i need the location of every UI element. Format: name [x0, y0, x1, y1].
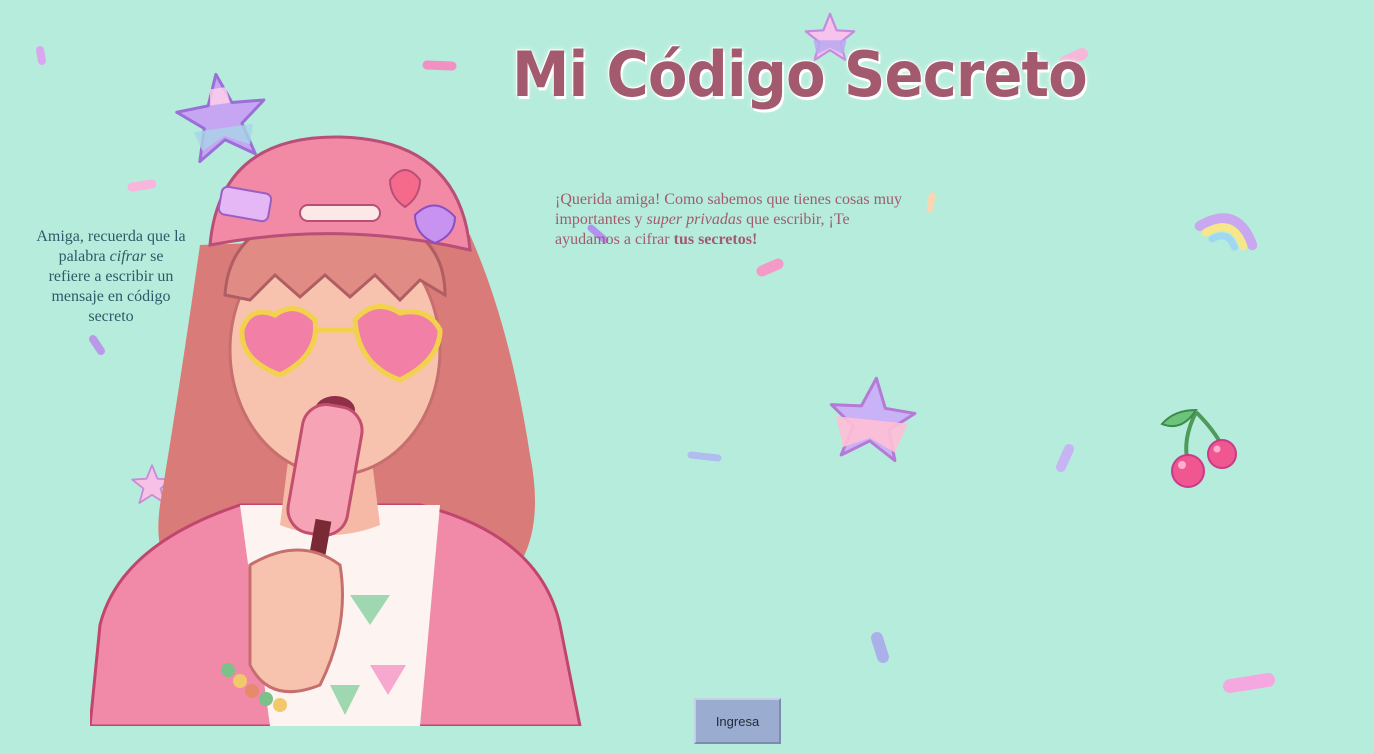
reminder-emphasis: cifrar	[109, 248, 147, 265]
page-title: Mi Código Secreto	[512, 38, 1088, 111]
intro-text: ¡Querida amiga! Como sabemos que tienes …	[555, 190, 905, 250]
intro-emphasis: super privadas	[646, 211, 743, 228]
reminder-text: Amiga, recuerda que la palabra cifrar se…	[36, 227, 186, 327]
enter-button[interactable]: Ingresa	[694, 698, 781, 744]
girl-with-popsicle-illustration	[90, 135, 582, 726]
star-icon	[829, 376, 917, 463]
intro-strong: tus secretos!	[673, 231, 758, 248]
cherry-icon	[1160, 408, 1237, 488]
rainbow-icon	[1194, 213, 1258, 251]
